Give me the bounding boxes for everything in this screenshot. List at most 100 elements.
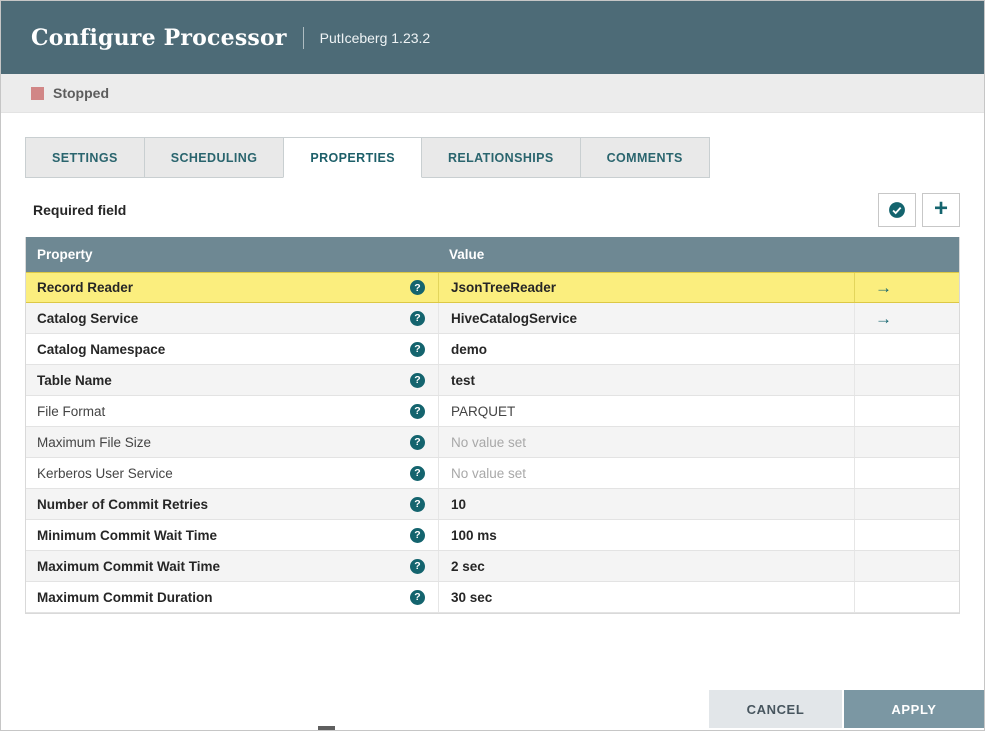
property-name: Record Reader	[37, 280, 134, 295]
goto-cell	[854, 334, 959, 364]
property-row[interactable]: Minimum Commit Wait Time? 100 ms	[26, 520, 959, 551]
property-value: 30 sec	[451, 589, 493, 605]
property-column-header: Property	[37, 247, 93, 262]
tab-properties[interactable]: PROPERTIES	[283, 137, 422, 178]
status-bar: Stopped	[1, 74, 984, 113]
table-header-row: Property Value	[26, 237, 959, 272]
property-cell: Minimum Commit Wait Time?	[26, 520, 438, 550]
goto-cell	[854, 365, 959, 395]
help-icon[interactable]: ?	[410, 496, 425, 512]
property-name: Catalog Namespace	[37, 341, 166, 357]
title-separator	[302, 26, 304, 49]
help-icon[interactable]: ?	[410, 527, 425, 543]
property-name: Maximum File Size	[37, 434, 152, 450]
property-row[interactable]: Number of Commit Retries? 10	[26, 489, 959, 520]
property-cell: Number of Commit Retries?	[26, 489, 438, 519]
property-cell: Table Name?	[26, 365, 438, 395]
property-cell: Maximum Commit Wait Time?	[26, 551, 438, 581]
property-row[interactable]: File Format? PARQUET	[26, 396, 959, 427]
goto-cell	[854, 551, 959, 581]
property-row[interactable]: Maximum Commit Duration? 30 sec	[26, 582, 959, 613]
tab-comments[interactable]: COMMENTS	[579, 137, 710, 178]
properties-table: Property Value Record Reader? JsonTreeRea…	[25, 237, 960, 614]
property-cell: Catalog Service?	[26, 303, 438, 333]
help-icon[interactable]: ?	[410, 341, 425, 357]
goto-service-icon[interactable]: →	[875, 310, 892, 327]
value-cell[interactable]: test	[438, 365, 854, 395]
goto-service-icon[interactable]: →	[875, 279, 892, 296]
tab-relationships[interactable]: RELATIONSHIPS	[420, 137, 581, 178]
tab-settings[interactable]: SETTINGS	[25, 137, 145, 178]
help-icon[interactable]: ?	[410, 434, 425, 450]
value-cell[interactable]: 2 sec	[438, 551, 854, 581]
dialog-footer: CANCEL APPLY	[709, 690, 984, 728]
help-icon[interactable]: ?	[410, 310, 425, 326]
property-row[interactable]: Kerberos User Service? No value set	[26, 458, 959, 489]
processor-name-version: PutIceberg 1.23.2	[319, 29, 431, 46]
table-body: Record Reader? JsonTreeReader → Catalog Ser…	[26, 272, 959, 613]
property-name: Catalog Service	[37, 310, 139, 326]
property-cell: File Format?	[26, 396, 438, 426]
value-cell[interactable]: demo	[438, 334, 854, 364]
goto-cell	[854, 396, 959, 426]
help-icon[interactable]: ?	[410, 372, 425, 388]
property-value: 100 ms	[451, 527, 497, 543]
cancel-button[interactable]: CANCEL	[709, 690, 842, 728]
configure-processor-dialog: Configure Processor PutIceberg 1.23.2 St…	[0, 0, 985, 731]
property-name: Maximum Commit Wait Time	[37, 558, 221, 574]
required-field-label: Required field	[33, 202, 127, 218]
goto-cell	[854, 489, 959, 519]
goto-cell: →	[854, 303, 959, 333]
property-value: test	[451, 372, 476, 388]
value-cell[interactable]: HiveCatalogService	[438, 303, 854, 333]
property-value: HiveCatalogService	[451, 310, 578, 326]
property-cell: Maximum File Size?	[26, 427, 438, 457]
property-cell: Kerberos User Service?	[26, 458, 438, 488]
circle-check-icon	[887, 200, 907, 220]
property-row[interactable]: Maximum File Size? No value set	[26, 427, 959, 458]
plus-icon: +	[933, 195, 948, 222]
property-cell: Maximum Commit Duration?	[26, 582, 438, 612]
property-row[interactable]: Catalog Service? HiveCatalogService →	[26, 303, 959, 334]
value-cell[interactable]: No value set	[438, 458, 854, 488]
verify-properties-button[interactable]	[878, 193, 916, 227]
goto-cell	[854, 582, 959, 612]
value-cell[interactable]: 10	[438, 489, 854, 519]
property-value: PARQUET	[451, 403, 516, 419]
value-cell[interactable]: PARQUET	[438, 396, 854, 426]
value-cell[interactable]: 100 ms	[438, 520, 854, 550]
property-row[interactable]: Maximum Commit Wait Time? 2 sec	[26, 551, 959, 582]
property-value: demo	[451, 341, 488, 357]
property-value: No value set	[451, 465, 527, 481]
value-column-header: Value	[449, 247, 485, 262]
property-value: 10	[451, 496, 467, 512]
property-row[interactable]: Record Reader? JsonTreeReader →	[26, 272, 959, 303]
stopped-icon	[31, 86, 44, 100]
property-name: Kerberos User Service	[37, 465, 173, 481]
property-row[interactable]: Table Name? test	[26, 365, 959, 396]
property-name: Table Name	[37, 372, 112, 388]
property-value: JsonTreeReader	[451, 280, 557, 295]
scrollbar-thumb[interactable]	[318, 726, 335, 730]
property-cell: Catalog Namespace?	[26, 334, 438, 364]
property-name: File Format	[37, 403, 106, 419]
property-name: Minimum Commit Wait Time	[37, 527, 218, 543]
goto-cell	[854, 520, 959, 550]
help-icon[interactable]: ?	[410, 589, 425, 605]
value-cell[interactable]: JsonTreeReader	[438, 273, 854, 302]
tab-scheduling[interactable]: SCHEDULING	[143, 137, 285, 178]
help-icon[interactable]: ?	[410, 403, 425, 419]
help-icon[interactable]: ?	[410, 558, 425, 574]
property-row[interactable]: Catalog Namespace? demo	[26, 334, 959, 365]
value-cell[interactable]: 30 sec	[438, 582, 854, 612]
goto-cell: →	[854, 273, 959, 302]
property-value: No value set	[451, 434, 527, 450]
goto-cell	[854, 458, 959, 488]
help-icon[interactable]: ?	[410, 465, 425, 481]
add-property-button[interactable]: +	[922, 193, 960, 227]
value-cell[interactable]: No value set	[438, 427, 854, 457]
status-label: Stopped	[53, 85, 109, 101]
properties-toolbar: Required field +	[25, 193, 960, 227]
apply-button[interactable]: APPLY	[844, 690, 984, 728]
help-icon[interactable]: ?	[410, 280, 425, 295]
